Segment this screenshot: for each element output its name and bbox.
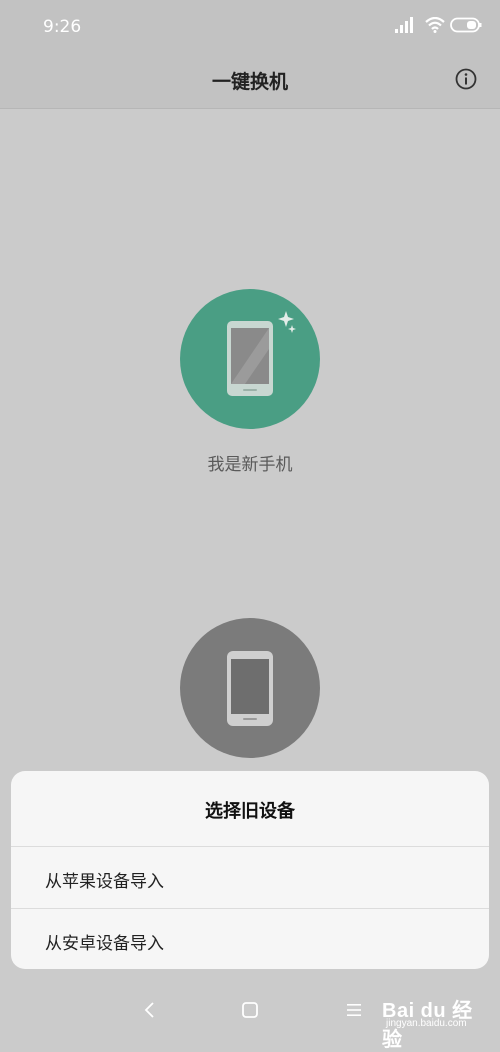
import-from-iphone-option[interactable]: 从苹果设备导入: [11, 847, 489, 908]
battery-icon: [450, 17, 482, 33]
select-old-device-sheet: 选择旧设备 从苹果设备导入 从安卓设备导入: [11, 771, 489, 969]
sheet-title: 选择旧设备: [205, 801, 295, 822]
status-time: 9:26: [43, 17, 82, 37]
status-bar: 9:26: [0, 0, 500, 55]
wifi-icon: [425, 17, 445, 33]
option-label: 从苹果设备导入: [45, 872, 164, 892]
new-phone-icon: [227, 311, 296, 396]
home-icon[interactable]: [240, 1000, 260, 1020]
signal-icon: [395, 17, 413, 33]
import-from-android-option[interactable]: 从安卓设备导入: [11, 909, 489, 969]
title-bar: 一键换机: [0, 55, 500, 109]
new-phone-label: 我是新手机: [207, 455, 293, 475]
page-title: 一键换机: [211, 71, 288, 93]
watermark-url: jingyan.baidu.com: [386, 1018, 467, 1029]
old-phone-button[interactable]: [180, 618, 320, 758]
menu-icon[interactable]: [344, 1000, 364, 1020]
info-icon[interactable]: [455, 68, 477, 90]
back-icon[interactable]: [140, 1000, 160, 1020]
old-phone-icon: [227, 651, 273, 726]
baidu-jingyan-watermark: Bai du 经验 jingyan.baidu.com: [382, 990, 492, 1051]
new-phone-button[interactable]: [180, 289, 320, 429]
option-label: 从安卓设备导入: [45, 934, 164, 954]
